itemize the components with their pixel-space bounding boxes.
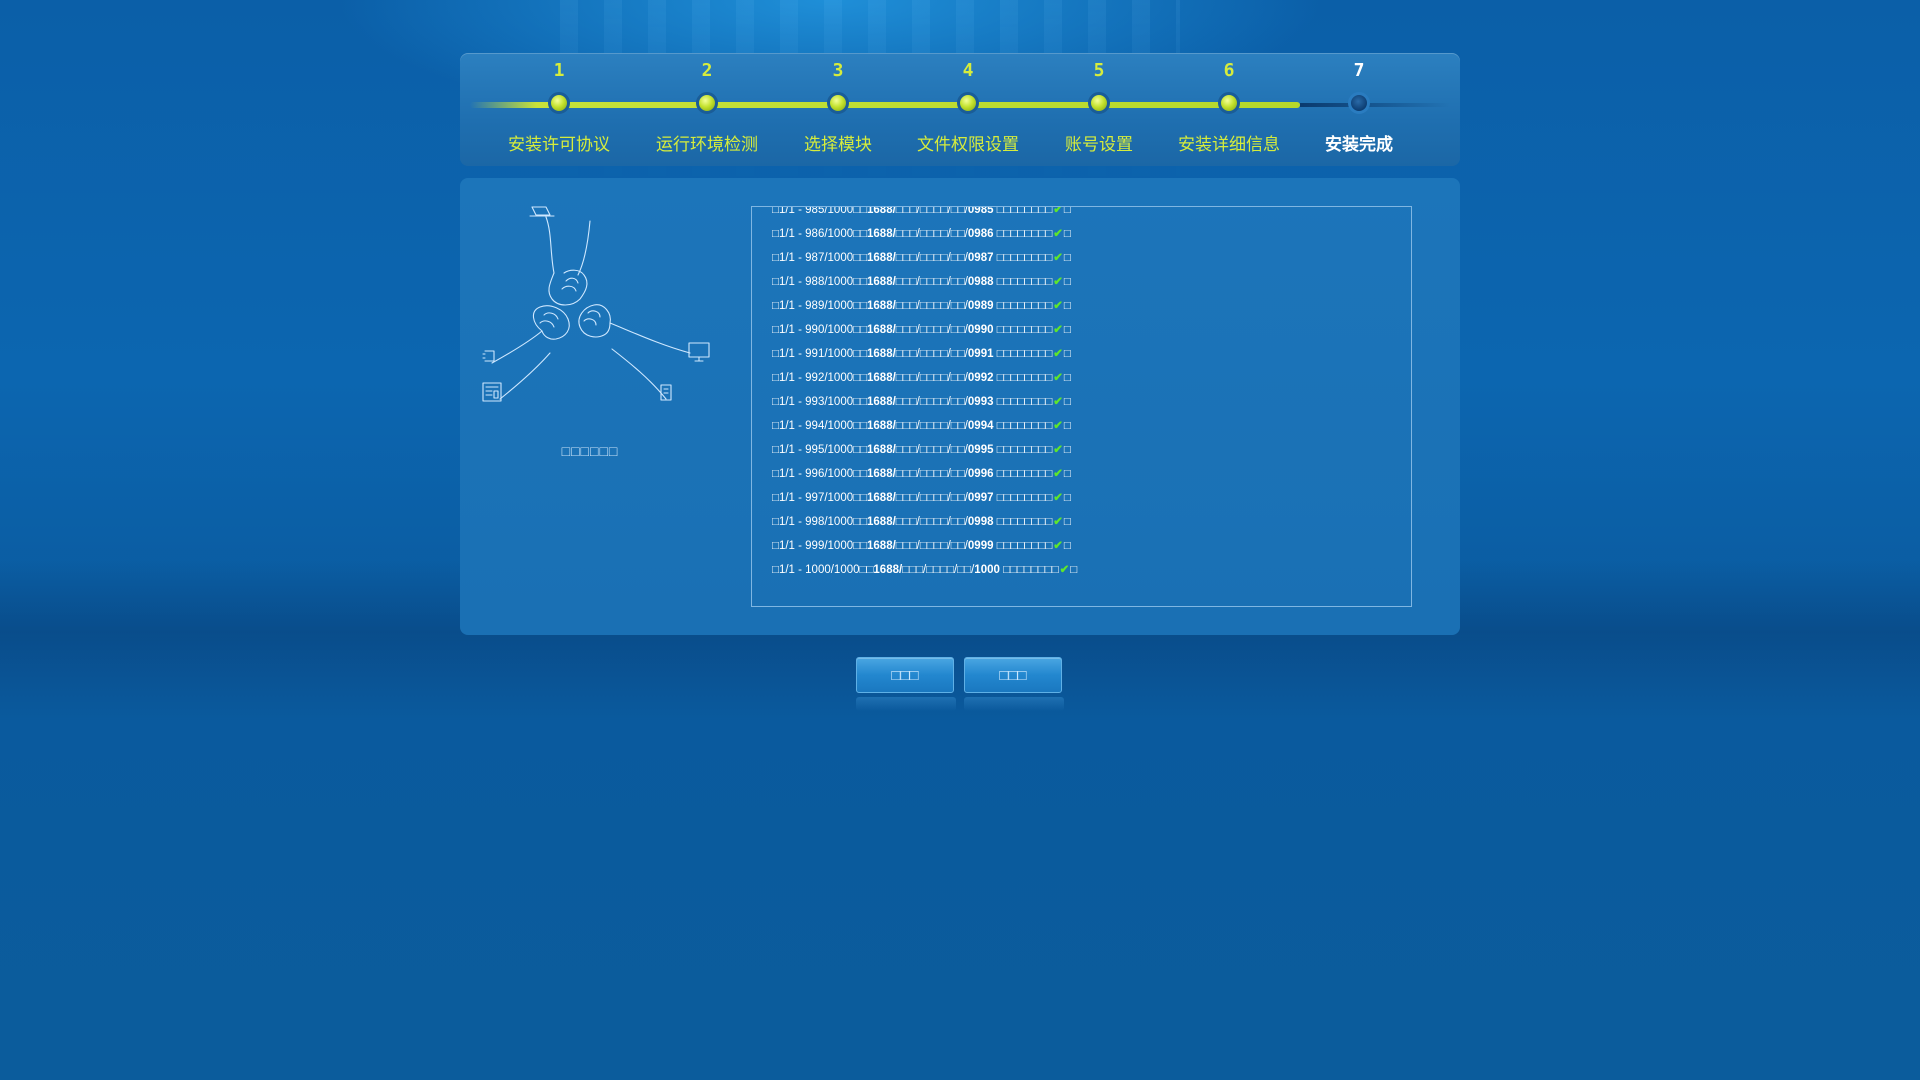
button-reflection <box>856 697 956 711</box>
step-number: 7 <box>1353 60 1365 81</box>
log-line: □1/1 - 985/1000□□1688/□□□/□□□□/□□/0985 □… <box>772 206 1071 220</box>
step-dot <box>957 92 979 114</box>
step-label: 安装完成 <box>1325 135 1393 154</box>
checkmark-icon: ✔ <box>1053 276 1063 288</box>
step-number: 4 <box>962 60 974 81</box>
checkmark-icon: ✔ <box>1053 372 1063 384</box>
checkmark-icon: ✔ <box>1053 252 1063 264</box>
checkmark-icon: ✔ <box>1053 516 1063 528</box>
step-track-completed <box>470 102 1300 108</box>
step-label: 选择模块 <box>804 135 872 154</box>
log-line: □1/1 - 996/1000□□1688/□□□/□□□□/□□/0996 □… <box>772 464 1071 484</box>
step-track-remaining <box>1300 103 1450 107</box>
log-line: □1/1 - 1000/1000□□1688/□□□/□□□□/□□/1000 … <box>772 560 1077 580</box>
step-label: 文件权限设置 <box>917 135 1019 154</box>
step-dot-current <box>1348 92 1370 114</box>
step-label: 账号设置 <box>1065 135 1133 154</box>
install-log[interactable]: □1/1 - 985/1000□□1688/□□□/□□□□/□□/0985 □… <box>751 206 1412 607</box>
log-line: □1/1 - 988/1000□□1688/□□□/□□□□/□□/0988 □… <box>772 272 1071 292</box>
button-reflection <box>964 697 1064 711</box>
finish-button[interactable]: □□□ <box>964 657 1062 693</box>
checkmark-icon: ✔ <box>1053 420 1063 432</box>
log-line: □1/1 - 991/1000□□1688/□□□/□□□□/□□/0991 □… <box>772 344 1071 364</box>
checkmark-icon: ✔ <box>1053 540 1063 552</box>
install-status-caption: □□□□□□ <box>561 443 619 459</box>
step-label: 安装许可协议 <box>508 135 610 154</box>
step-label: 运行环境检测 <box>656 135 758 154</box>
log-line: □1/1 - 990/1000□□1688/□□□/□□□□/□□/0990 □… <box>772 320 1071 340</box>
step-number: 5 <box>1093 60 1105 81</box>
step-number: 1 <box>553 60 565 81</box>
back-button[interactable]: □□□ <box>856 657 954 693</box>
install-step-bar: 1 安装许可协议 2 运行环境检测 3 选择模块 4 文件权限设置 5 账号设置… <box>460 53 1460 166</box>
checkmark-icon: ✔ <box>1053 492 1063 504</box>
step-dot <box>548 92 570 114</box>
checkmark-icon: ✔ <box>1053 348 1063 360</box>
step-number: 2 <box>701 60 713 81</box>
checkmark-icon: ✔ <box>1053 396 1063 408</box>
checkmark-icon: ✔ <box>1053 228 1063 240</box>
log-line: □1/1 - 993/1000□□1688/□□□/□□□□/□□/0993 □… <box>772 392 1071 412</box>
log-line: □1/1 - 998/1000□□1688/□□□/□□□□/□□/0998 □… <box>772 512 1071 532</box>
log-line: □1/1 - 994/1000□□1688/□□□/□□□□/□□/0994 □… <box>772 416 1071 436</box>
connected-hands-illustration <box>482 206 710 402</box>
log-line: □1/1 - 999/1000□□1688/□□□/□□□□/□□/0999 □… <box>772 536 1071 556</box>
log-line: □1/1 - 997/1000□□1688/□□□/□□□□/□□/0997 □… <box>772 488 1071 508</box>
checkmark-icon: ✔ <box>1059 564 1070 576</box>
checkmark-icon: ✔ <box>1053 300 1063 312</box>
step-number: 3 <box>832 60 844 81</box>
log-line: □1/1 - 987/1000□□1688/□□□/□□□□/□□/0987 □… <box>772 248 1071 268</box>
step-number: 6 <box>1223 60 1235 81</box>
step-dot <box>1218 92 1240 114</box>
log-line: □1/1 - 986/1000□□1688/□□□/□□□□/□□/0986 □… <box>772 224 1071 244</box>
step-dot <box>827 92 849 114</box>
step-dot <box>1088 92 1110 114</box>
checkmark-icon: ✔ <box>1053 468 1063 480</box>
log-line: □1/1 - 992/1000□□1688/□□□/□□□□/□□/0992 □… <box>772 368 1071 388</box>
checkmark-icon: ✔ <box>1053 444 1063 456</box>
log-line: □1/1 - 995/1000□□1688/□□□/□□□□/□□/0995 □… <box>772 440 1071 460</box>
log-line: □1/1 - 989/1000□□1688/□□□/□□□□/□□/0989 □… <box>772 296 1071 316</box>
step-dot <box>696 92 718 114</box>
checkmark-icon: ✔ <box>1053 324 1063 336</box>
checkmark-icon: ✔ <box>1053 206 1063 216</box>
install-panel: □□□□□□ □1/1 - 985/1000□□1688/□□□/□□□□/□□… <box>460 178 1460 635</box>
step-label: 安装详细信息 <box>1178 135 1280 154</box>
